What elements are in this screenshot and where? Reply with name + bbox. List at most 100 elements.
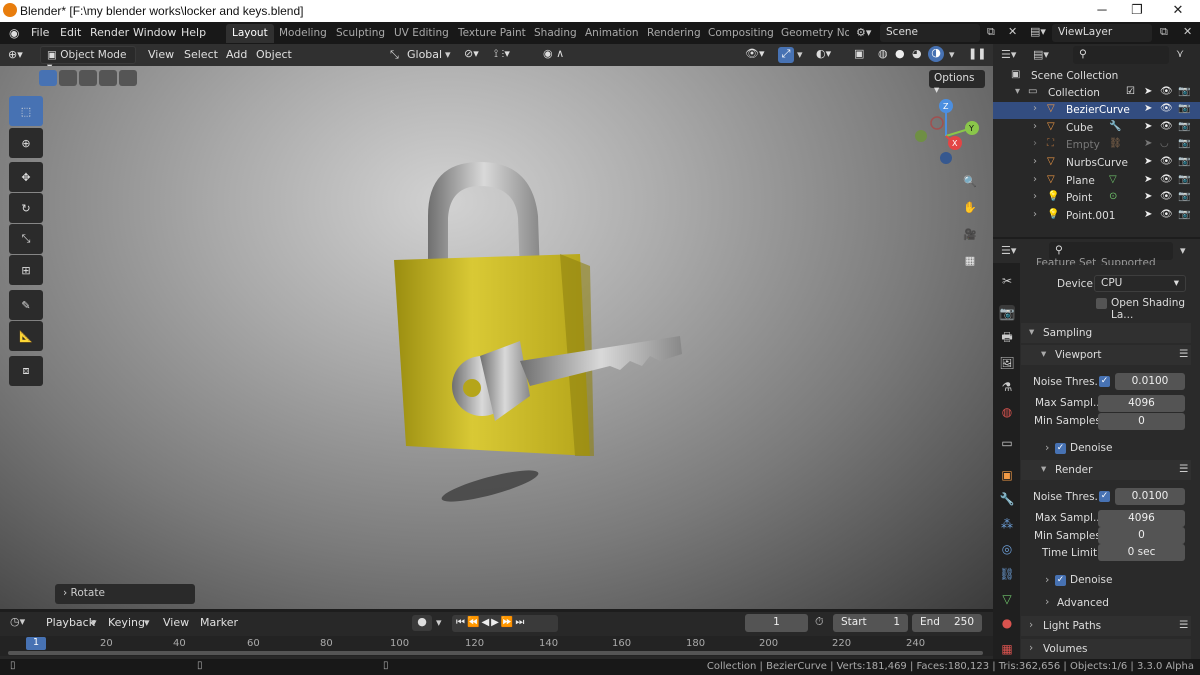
world-tab-icon[interactable]: ◍	[999, 404, 1015, 420]
outliner-item-empty[interactable]: › ⛶ Empty ⛓ ➤ ◡ 📷	[993, 137, 1200, 154]
chevron-right-icon[interactable]: ›	[1045, 441, 1049, 454]
outliner-item-beziercurve[interactable]: › ▽ BezierCurve ➤ 👁 📷	[993, 102, 1200, 119]
end-frame-field[interactable]: End 250	[912, 614, 982, 632]
blender-menu-icon[interactable]: ◉	[9, 26, 19, 40]
viewport-menu-add[interactable]: Add	[226, 48, 247, 61]
select-box-tool[interactable]: ⬚	[9, 96, 43, 126]
data-tab-icon[interactable]: ▽	[999, 591, 1015, 607]
snap-icon[interactable]: ⟟ ⫶▾	[494, 47, 510, 61]
viewport-menu-object[interactable]: Object	[256, 48, 292, 61]
render-noise-checkbox[interactable]: ✓	[1099, 491, 1110, 502]
chevron-right-icon[interactable]: ›	[1033, 121, 1037, 132]
chevron-right-icon[interactable]: ›	[1033, 103, 1037, 114]
viewport-noise-field[interactable]: 0.0100	[1115, 373, 1185, 390]
chevron-down-icon[interactable]: ▾	[797, 48, 803, 61]
eye-icon[interactable]: 👁	[1160, 174, 1173, 185]
auto-keying-icon[interactable]: ●	[412, 615, 432, 631]
viewport-max-field[interactable]: 4096	[1098, 395, 1185, 412]
osl-checkbox[interactable]	[1096, 298, 1107, 309]
minimize-icon[interactable]: ─	[1090, 2, 1114, 20]
annotate-tool[interactable]: ✎	[9, 290, 43, 320]
view-layer-tab-icon[interactable]: 🖼	[999, 355, 1015, 371]
menu-window[interactable]: Window	[133, 26, 176, 39]
render-tab-icon[interactable]: 📷	[999, 305, 1015, 321]
jump-end-icon[interactable]: ⏭	[515, 617, 526, 628]
render-noise-field[interactable]: 0.0100	[1115, 488, 1185, 505]
menu-help[interactable]: Help	[181, 26, 206, 39]
chevron-right-icon[interactable]: ›	[1033, 209, 1037, 220]
collection-row[interactable]: ▾ ▭ Collection ☑ ➤ 👁 📷	[993, 85, 1200, 102]
overlays-icon[interactable]: ◐▾	[816, 47, 831, 60]
outliner-item-point[interactable]: › 💡 Point ⊙ ➤ 👁 📷	[993, 190, 1200, 207]
output-tab-icon[interactable]: 🖶	[999, 329, 1015, 345]
time-limit-field[interactable]: 0 sec	[1098, 544, 1185, 561]
selectable-icon[interactable]: ➤	[1144, 138, 1152, 149]
feature-set-value[interactable]: Supported	[1101, 257, 1156, 265]
rendered-shading-icon[interactable]: ◑	[928, 46, 944, 62]
scene-selector-icon[interactable]: ⚙▾	[856, 26, 871, 39]
maximize-icon[interactable]: ❐	[1125, 2, 1149, 20]
menu-file[interactable]: File	[31, 26, 49, 39]
display-mode-icon[interactable]: ▤▾	[1033, 48, 1049, 61]
timeline-menu-view[interactable]: View	[163, 616, 189, 629]
device-dropdown[interactable]: CPU ▾	[1094, 275, 1186, 292]
xray-icon[interactable]: ▣	[854, 47, 864, 60]
select-extend-icon[interactable]	[59, 70, 77, 86]
tool-tab-icon[interactable]: ✂	[999, 273, 1015, 289]
tab-shading[interactable]: Shading	[528, 24, 583, 43]
timeline-menu-marker[interactable]: Marker	[200, 616, 238, 629]
select-invert-icon[interactable]	[99, 70, 117, 86]
cursor-tool[interactable]: ⊕	[9, 128, 43, 158]
properties-editor-icon[interactable]: ☰▾	[1001, 244, 1016, 257]
select-subtract-icon[interactable]	[79, 70, 97, 86]
render-camera-icon[interactable]: 📷	[1178, 191, 1190, 202]
delete-scene-icon[interactable]: ✕	[1008, 25, 1017, 38]
selectable-icon[interactable]: ➤	[1144, 191, 1152, 202]
menu-render[interactable]: Render	[90, 26, 129, 39]
play-reverse-icon[interactable]: ◀	[481, 617, 491, 628]
outliner-item-point-001[interactable]: › 💡 Point.001 ➤ 👁 📷	[993, 208, 1200, 225]
tab-layout[interactable]: Layout	[226, 24, 274, 43]
selectable-icon[interactable]: ➤	[1144, 156, 1152, 167]
physics-tab-icon[interactable]: ◎	[999, 541, 1015, 557]
perspective-grid-icon[interactable]: ▦	[957, 247, 983, 273]
tab-modeling[interactable]: Modeling	[273, 24, 333, 43]
sampling-section[interactable]: ▾ Sampling	[1021, 323, 1191, 343]
delete-view-layer-icon[interactable]: ✕	[1183, 25, 1192, 38]
viewport-denoise-checkbox[interactable]: ✓	[1055, 443, 1066, 454]
timeline-editor-icon[interactable]: ◷▾	[10, 615, 25, 628]
render-camera-icon[interactable]: 📷	[1178, 138, 1190, 149]
viewport-min-field[interactable]: 0	[1098, 413, 1185, 430]
material-tab-icon[interactable]: ●	[999, 615, 1015, 631]
list-icon[interactable]: ☰	[1179, 463, 1188, 475]
chevron-down-icon[interactable]: ▾	[1015, 86, 1020, 97]
selectable-icon[interactable]: ➤	[1144, 86, 1152, 97]
view-layer-field[interactable]: ViewLayer	[1052, 24, 1152, 42]
render-subsection[interactable]: ▾ Render ☰	[1021, 460, 1191, 480]
render-denoise-checkbox[interactable]: ✓	[1055, 575, 1066, 586]
chevron-down-icon[interactable]: ▾	[1180, 244, 1186, 257]
timeline-menu-playback[interactable]: Playback	[46, 616, 95, 629]
object-tab-icon[interactable]: ▣	[999, 467, 1015, 483]
chevron-right-icon[interactable]: ›	[1033, 191, 1037, 202]
chevron-down-icon[interactable]: ▾	[436, 616, 442, 629]
pivot-point-icon[interactable]: ⊘▾	[464, 47, 479, 60]
viewport-menu-select[interactable]: Select	[184, 48, 218, 61]
timeline-scrollbar[interactable]	[8, 651, 983, 655]
chevron-down-icon[interactable]: ▾	[949, 48, 955, 61]
transform-tool[interactable]: ⊞	[9, 255, 43, 285]
eye-icon[interactable]: 👁	[1160, 209, 1173, 220]
chevron-right-icon[interactable]: ›	[1033, 156, 1037, 167]
light-paths-section[interactable]: › Light Paths ☰	[1021, 616, 1191, 636]
rotate-tool[interactable]: ↻	[9, 193, 43, 223]
solid-shading-icon[interactable]: ●	[895, 47, 905, 60]
wireframe-shading-icon[interactable]: ◍	[878, 47, 888, 60]
select-intersect-icon[interactable]	[119, 70, 137, 86]
eye-icon[interactable]: 👁	[1160, 121, 1173, 132]
next-key-icon[interactable]: ⏩	[501, 617, 515, 628]
pan-hand-icon[interactable]: ✋	[957, 194, 983, 220]
checkbox-icon[interactable]: ☑	[1126, 86, 1135, 97]
new-view-layer-icon[interactable]: ⧉	[1160, 25, 1168, 39]
material-shading-icon[interactable]: ◕	[912, 47, 922, 60]
options-dropdown[interactable]: Options ▾	[929, 70, 985, 96]
